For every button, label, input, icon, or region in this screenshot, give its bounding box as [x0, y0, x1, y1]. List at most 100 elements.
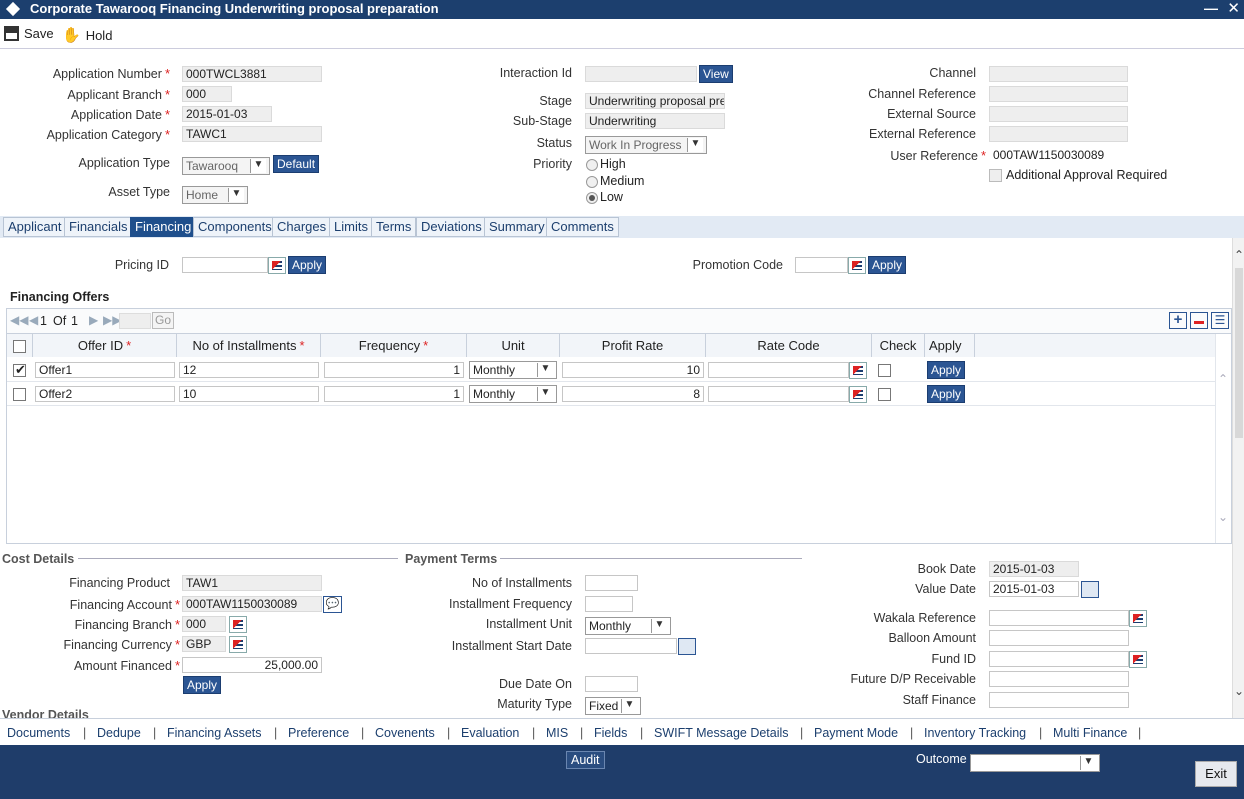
minimize-icon[interactable]: —: [1204, 0, 1218, 16]
page-scrollbar[interactable]: ⌃ ⌄: [1232, 238, 1244, 718]
scroll-up-icon[interactable]: ⌃: [1234, 248, 1244, 262]
link-dedupe[interactable]: Dedupe: [97, 726, 141, 740]
rate-code-lookup-icon[interactable]: [849, 362, 867, 379]
rate-code-cell[interactable]: [708, 386, 849, 402]
amount-financed-field[interactable]: 25,000.00: [182, 657, 322, 673]
stage-field[interactable]: Underwriting proposal pre: [585, 93, 725, 109]
link-preference[interactable]: Preference: [288, 726, 349, 740]
scroll-down-icon[interactable]: ⌄: [1218, 510, 1228, 524]
due-date-field[interactable]: [585, 676, 638, 692]
pricing-apply-button[interactable]: Apply: [288, 256, 327, 274]
row-apply-button[interactable]: Apply: [927, 361, 966, 379]
tab-financials[interactable]: Financials: [64, 217, 133, 237]
audit-button[interactable]: Audit: [566, 751, 605, 769]
maturity-type-select[interactable]: Fixed ▼: [585, 697, 641, 715]
application-category-field[interactable]: TAWC1: [182, 126, 322, 142]
tab-charges[interactable]: Charges: [272, 217, 332, 237]
link-inventory-tracking[interactable]: Inventory Tracking: [924, 726, 1026, 740]
tab-summary[interactable]: Summary: [484, 217, 550, 237]
link-documents[interactable]: Documents: [7, 726, 70, 740]
balloon-amount-field[interactable]: [989, 630, 1129, 646]
pricing-id-lookup-icon[interactable]: [268, 257, 286, 274]
account-details-icon[interactable]: 💬: [323, 596, 342, 613]
tab-components[interactable]: Components: [193, 217, 277, 237]
tab-terms[interactable]: Terms: [371, 217, 417, 237]
priority-low-radio[interactable]: Low: [586, 190, 623, 204]
applicant-branch-field[interactable]: 000: [182, 86, 232, 102]
priority-high-radio[interactable]: High: [586, 157, 626, 171]
next-page-icon[interactable]: ▶: [89, 313, 98, 327]
profit-rate-cell[interactable]: 8: [562, 386, 704, 402]
wakala-lookup-icon[interactable]: [1129, 610, 1147, 627]
select-all-checkbox[interactable]: [13, 340, 26, 354]
financing-currency-lookup-icon[interactable]: [229, 636, 247, 653]
fund-id-field[interactable]: [989, 651, 1129, 667]
value-date-field[interactable]: 2015-01-03: [989, 581, 1079, 597]
cost-apply-button[interactable]: Apply: [183, 676, 222, 694]
link-fields[interactable]: Fields: [594, 726, 627, 740]
scroll-up-icon[interactable]: ⌃: [1218, 372, 1228, 386]
check-checkbox[interactable]: [878, 388, 891, 401]
asset-type-select[interactable]: Home ▼: [182, 186, 248, 204]
delete-row-icon[interactable]: [1190, 312, 1208, 329]
rate-code-cell[interactable]: [708, 362, 849, 378]
promotion-code-field[interactable]: [795, 257, 848, 273]
tab-applicant[interactable]: Applicant: [3, 217, 67, 237]
fund-id-lookup-icon[interactable]: [1129, 651, 1147, 668]
link-evaluation[interactable]: Evaluation: [461, 726, 519, 740]
link-swift-message-details[interactable]: SWIFT Message Details: [654, 726, 789, 740]
row-checkbox[interactable]: [13, 388, 26, 401]
promotion-code-lookup-icon[interactable]: [848, 257, 866, 274]
channel-field[interactable]: [989, 66, 1128, 82]
default-button[interactable]: Default: [273, 155, 320, 173]
user-reference-field[interactable]: 000TAW1150030089: [989, 147, 1107, 163]
tab-limits[interactable]: Limits: [329, 217, 373, 237]
installment-unit-select[interactable]: Monthly ▼: [585, 617, 671, 635]
installment-start-field[interactable]: [585, 638, 677, 654]
channel-reference-field[interactable]: [989, 86, 1128, 102]
pricing-id-field[interactable]: [182, 257, 268, 273]
go-button[interactable]: Go: [152, 312, 175, 329]
staff-finance-field[interactable]: [989, 692, 1129, 708]
installments-cell[interactable]: 10: [179, 386, 319, 402]
row-apply-button[interactable]: Apply: [927, 385, 966, 403]
table-scrollbar[interactable]: ⌃ ⌄: [1215, 334, 1231, 543]
external-source-field[interactable]: [989, 106, 1128, 122]
hold-button[interactable]: ✋ Hold: [62, 26, 112, 44]
tab-deviations[interactable]: Deviations: [416, 217, 487, 237]
unit-select[interactable]: Monthly ▼: [469, 385, 557, 403]
financing-currency-field[interactable]: GBP: [182, 636, 226, 652]
financing-branch-lookup-icon[interactable]: [229, 616, 247, 633]
add-row-icon[interactable]: +: [1169, 312, 1187, 329]
application-date-field[interactable]: 2015-01-03: [182, 106, 272, 122]
frequency-cell[interactable]: 1: [324, 386, 464, 402]
outcome-select[interactable]: ▼: [970, 754, 1100, 772]
offer-id-cell[interactable]: Offer2: [35, 386, 175, 402]
offer-id-cell[interactable]: Offer1: [35, 362, 175, 378]
application-type-select[interactable]: Tawarooq ▼: [182, 157, 270, 175]
wakala-reference-field[interactable]: [989, 610, 1129, 626]
unit-select[interactable]: Monthly ▼: [469, 361, 557, 379]
scroll-down-icon[interactable]: ⌄: [1234, 684, 1244, 698]
rate-code-lookup-icon[interactable]: [849, 386, 867, 403]
status-select[interactable]: Work In Progress ▼: [585, 136, 707, 154]
link-mis[interactable]: MIS: [546, 726, 568, 740]
table-row[interactable]: ✔ Offer1 12 1 Monthly ▼ 10 Apply: [7, 358, 1215, 382]
promotion-apply-button[interactable]: Apply: [868, 256, 907, 274]
check-checkbox[interactable]: [878, 364, 891, 377]
financing-branch-field[interactable]: 000: [182, 616, 226, 632]
interaction-id-field[interactable]: [585, 66, 697, 82]
financing-product-field[interactable]: TAW1: [182, 575, 322, 591]
financing-account-field[interactable]: 000TAW1150030089: [182, 596, 322, 612]
tab-financing[interactable]: Financing: [130, 217, 197, 237]
row-checkbox[interactable]: ✔: [13, 362, 26, 377]
book-date-field[interactable]: 2015-01-03: [989, 561, 1079, 577]
application-number-field[interactable]: 000TWCL3881: [182, 66, 322, 82]
external-reference-field[interactable]: [989, 126, 1128, 142]
list-view-icon[interactable]: ☰: [1211, 312, 1229, 329]
future-dp-field[interactable]: [989, 671, 1129, 687]
link-financing-assets[interactable]: Financing Assets: [167, 726, 262, 740]
exit-button[interactable]: Exit: [1195, 761, 1237, 787]
additional-approval-checkbox[interactable]: [989, 169, 1002, 182]
calendar-icon[interactable]: [678, 638, 696, 655]
